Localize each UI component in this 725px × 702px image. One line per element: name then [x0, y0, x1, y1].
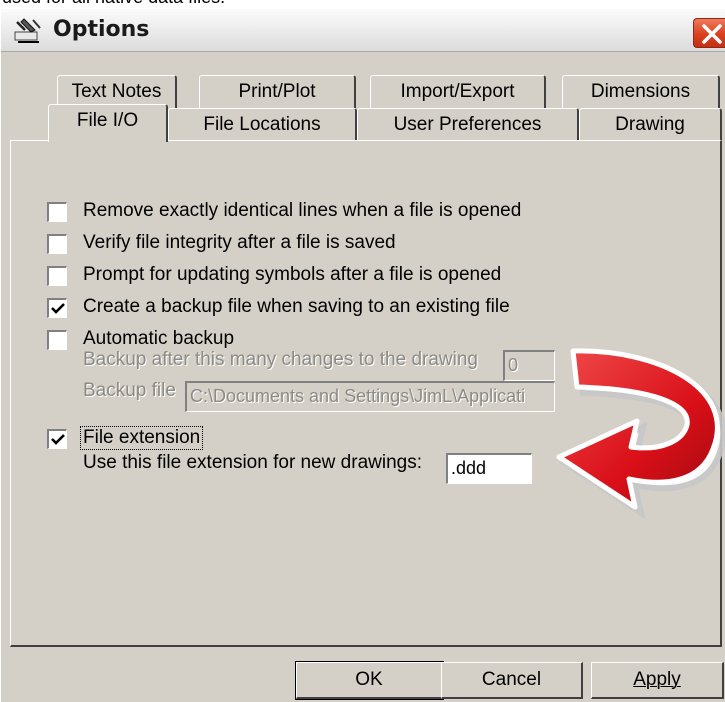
- automatic-backup-checkbox[interactable]: [47, 330, 67, 350]
- tab-label: Text Notes: [71, 81, 162, 102]
- checkmark-icon: [51, 303, 65, 314]
- automatic-backup-label[interactable]: Automatic backup: [83, 328, 234, 350]
- backup-changes-label: Backup after this many changes to the dr…: [83, 349, 479, 370]
- verify-integrity-label[interactable]: Verify file integrity after a file is sa…: [83, 232, 396, 254]
- tab-label: File I/O: [76, 110, 139, 131]
- tab-dimensions[interactable]: Dimensions: [562, 75, 720, 108]
- background-context-text: used for all native data files.: [0, 0, 725, 9]
- tab-import-export[interactable]: Import/Export: [370, 75, 546, 108]
- file-extension-label[interactable]: File extension: [79, 426, 204, 450]
- tab-label: Drawing: [615, 114, 685, 135]
- prompt-symbols-checkbox[interactable]: [47, 266, 67, 286]
- apply-button[interactable]: Apply: [591, 662, 724, 699]
- prompt-symbols-label[interactable]: Prompt for updating symbols after a file…: [83, 264, 501, 286]
- window-title: Options: [53, 17, 150, 42]
- cancel-label: Cancel: [481, 669, 542, 690]
- create-backup-checkbox[interactable]: [47, 298, 67, 318]
- backup-file-label: Backup file: [83, 380, 176, 401]
- checkmark-icon: [51, 434, 65, 445]
- tab-user-preferences[interactable]: User Preferences: [357, 108, 579, 141]
- options-app-icon: [14, 18, 41, 43]
- ok-label: OK: [355, 669, 383, 690]
- create-backup-label[interactable]: Create a backup file when saving to an e…: [83, 296, 510, 318]
- options-dialog: Options Text Notes Print/Plot Import/Exp…: [0, 9, 725, 702]
- tab-row-front: File I/O File Locations User Preferences…: [1, 104, 725, 142]
- tab-label: File Locations: [203, 114, 321, 135]
- verify-integrity-checkbox[interactable]: [47, 234, 67, 254]
- red-curved-arrow-icon: [556, 348, 725, 519]
- close-button[interactable]: [693, 18, 725, 48]
- tab-label: User Preferences: [393, 114, 542, 135]
- tab-print-plot[interactable]: Print/Plot: [199, 75, 356, 108]
- file-extension-input[interactable]: .ddd: [446, 453, 532, 484]
- context-text: used for all native data files.: [2, 0, 225, 8]
- title-bar: Options: [1, 9, 725, 52]
- cancel-button[interactable]: Cancel: [441, 662, 583, 699]
- tab-file-io[interactable]: File I/O: [48, 104, 168, 142]
- remove-identical-label[interactable]: Remove exactly identical lines when a fi…: [83, 200, 521, 222]
- ok-button[interactable]: OK: [295, 661, 444, 700]
- tab-drawing[interactable]: Drawing: [579, 108, 722, 141]
- backup-file-field: C:\Documents and Settings\JimL\Applicati: [185, 381, 555, 412]
- file-extension-use-label: Use this file extension for new drawings…: [83, 452, 422, 473]
- tab-label: Print/Plot: [238, 81, 316, 102]
- file-extension-checkbox[interactable]: [47, 429, 67, 449]
- remove-identical-checkbox[interactable]: [47, 202, 67, 222]
- apply-label: Apply: [633, 669, 681, 690]
- tab-label: Dimensions: [590, 81, 691, 102]
- tab-label: Import/Export: [400, 81, 515, 102]
- close-icon: [702, 24, 722, 44]
- tab-file-locations[interactable]: File Locations: [168, 108, 357, 141]
